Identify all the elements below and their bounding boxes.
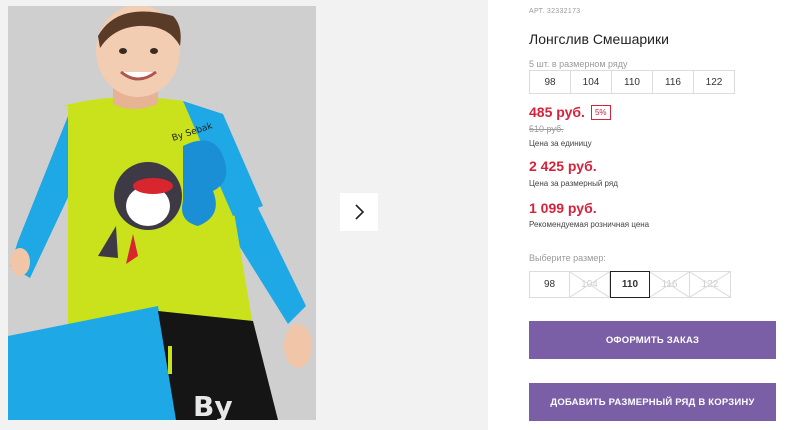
chevron-right-icon <box>355 204 365 220</box>
size-option-110[interactable]: 110 <box>610 271 650 298</box>
size-option-116[interactable]: 116 <box>650 272 690 297</box>
old-price: 510 руб. <box>529 124 564 134</box>
size-option-label: 110 <box>621 279 639 290</box>
product-title: Лонгслив Смешарики <box>529 31 669 47</box>
product-gallery: By Sebak By <box>0 0 488 430</box>
retail-price-caption: Рекомендуемая розничная цена <box>529 220 650 229</box>
article-number: АРТ. 32332173 <box>529 8 581 15</box>
pack-size-cell: 122 <box>705 76 723 88</box>
unit-price: 485 руб. <box>529 104 585 120</box>
size-option-label: 98 <box>543 279 556 290</box>
pack-price: 2 425 руб. <box>529 158 597 174</box>
unavailable-strike-icon <box>570 272 609 297</box>
next-image-button[interactable] <box>340 193 378 231</box>
size-option-98[interactable]: 98 <box>530 272 570 297</box>
svg-text:By: By <box>193 390 233 420</box>
size-option-104[interactable]: 104 <box>570 272 610 297</box>
unavailable-strike-icon <box>650 272 689 297</box>
size-selector: 98 104 110 116 122 <box>529 271 731 298</box>
add-pack-to-cart-button[interactable]: ДОБАВИТЬ РАЗМЕРНЫЙ РЯД В КОРЗИНУ <box>529 383 776 421</box>
pack-size-cell: 104 <box>571 71 612 93</box>
order-button[interactable]: ОФОРМИТЬ ЗАКАЗ <box>529 321 776 359</box>
product-photo-illustration: By Sebak By <box>8 6 316 420</box>
product-photo: By Sebak By <box>8 6 316 420</box>
pack-size-cell: 110 <box>612 71 653 93</box>
pack-sizes: 98 104 110 116 122 <box>529 70 735 94</box>
size-option-122[interactable]: 122 <box>690 272 730 297</box>
pack-sizes-label: 5 шт. в размерном ряду <box>529 59 628 69</box>
pack-size-cell: 116 <box>653 71 694 93</box>
unavailable-strike-icon <box>690 272 730 297</box>
retail-price: 1 099 руб. <box>529 200 597 216</box>
discount-badge: 5% <box>590 104 611 120</box>
unit-price-caption: Цена за единицу <box>529 139 592 148</box>
size-select-label: Выберите размер: <box>529 253 606 263</box>
pack-price-caption: Цена за размерный ряд <box>529 179 618 188</box>
pack-size-cell: 98 <box>530 71 571 93</box>
unit-price-line: 485 руб. 5% <box>529 104 611 120</box>
